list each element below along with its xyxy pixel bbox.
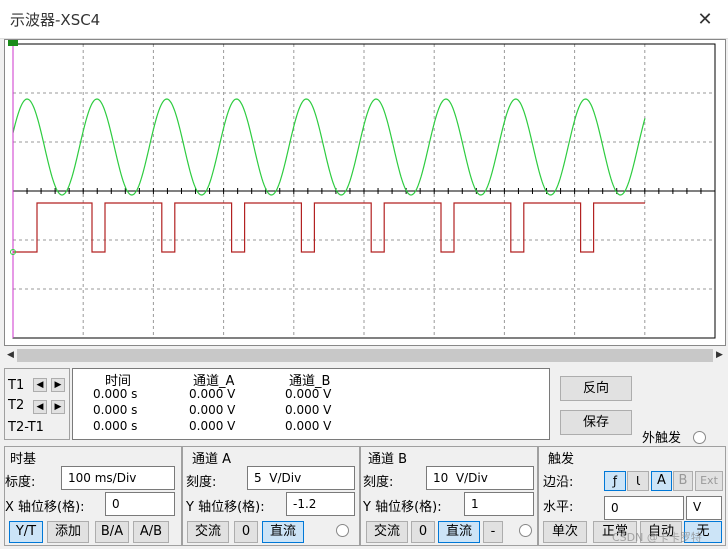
t1-left-button[interactable]: ◀ [33, 378, 47, 392]
readout-table: 时间 通道_A 通道_B 0.000 s 0.000 V 0.000 V 0.0… [72, 368, 550, 440]
row3-time: 0.000 s [93, 419, 138, 433]
row2-channel-a: 0.000 V [189, 403, 236, 417]
trigger-source-a-button[interactable]: A [651, 471, 672, 491]
rising-edge-icon: ƒ [612, 474, 618, 488]
channel-b-scale-field[interactable] [426, 466, 534, 490]
arrow-right-icon: ▶ [54, 402, 62, 412]
watermark: CSDN @卡卡罗特 [612, 531, 702, 544]
falling-edge-icon: Ɩ [635, 474, 641, 488]
mode-ba-button[interactable]: B/A [95, 521, 129, 543]
timebase-scale-label: 标度: [5, 475, 36, 490]
scroll-left-icon[interactable]: ◀ [4, 349, 17, 362]
trigger-source-b-button[interactable]: B [673, 471, 693, 491]
x-position-label: X 轴位移(格): [5, 500, 85, 515]
scope-display [4, 39, 726, 346]
cursor-marker-icon [8, 40, 18, 46]
scope-canvas [8, 40, 716, 339]
channel-a-title: 通道 A [192, 452, 232, 467]
trigger-title: 触发 [548, 452, 575, 467]
channel-b-invert-button[interactable]: - [483, 521, 503, 543]
t2-t1-label: T2-T1 [8, 420, 44, 435]
reverse-button[interactable]: 反向 [560, 376, 632, 401]
timebase-title: 时基 [10, 452, 37, 467]
row3-channel-a: 0.000 V [189, 419, 236, 433]
t1-label: T1 [8, 378, 25, 393]
trigger-level-label: 水平: [543, 500, 574, 515]
title-bar: 示波器-XSC4 ✕ [0, 0, 728, 39]
scroll-right-icon[interactable]: ▶ [713, 349, 726, 362]
channel-a-zero-button[interactable]: 0 [234, 521, 258, 543]
row2-time: 0.000 s [93, 403, 138, 417]
trigger-unit-select[interactable]: V [686, 496, 722, 520]
arrow-left-icon: ◀ [36, 402, 44, 412]
channel-a-trace [12, 98, 646, 196]
t2-right-button[interactable]: ▶ [51, 400, 65, 414]
mode-ab-button[interactable]: A/B [133, 521, 169, 543]
trigger-source-ext-button[interactable]: Ext [695, 471, 723, 491]
x-position-field[interactable] [105, 492, 175, 516]
trigger-edge-label: 边沿: [543, 475, 574, 490]
channel-a-ypos-label: Y 轴位移(格): [186, 500, 265, 515]
mode-yt-button[interactable]: Y/T [9, 521, 43, 543]
channel-a-dc-button[interactable]: 直流 [262, 521, 304, 543]
t2-left-button[interactable]: ◀ [33, 400, 47, 414]
arrow-left-icon: ◀ [36, 380, 44, 390]
channel-a-ypos-field[interactable] [286, 492, 355, 516]
horizontal-scrollbar[interactable]: ◀ ▶ [4, 349, 726, 362]
channel-b-radio[interactable] [519, 524, 532, 537]
channel-a-scale-label: 刻度: [186, 475, 217, 490]
channel-a-scale-field[interactable] [247, 466, 355, 490]
row2-channel-b: 0.000 V [285, 403, 332, 417]
row3-channel-b: 0.000 V [285, 419, 332, 433]
channel-b-dc-button[interactable]: 直流 [438, 521, 480, 543]
channel-a-ac-button[interactable]: 交流 [187, 521, 229, 543]
channel-b-zero-button[interactable]: 0 [411, 521, 435, 543]
close-icon: ✕ [697, 8, 713, 30]
mode-add-button[interactable]: 添加 [47, 521, 89, 543]
close-button[interactable]: ✕ [682, 0, 728, 38]
t2-label: T2 [8, 398, 25, 413]
channel-b-ypos-field[interactable] [464, 492, 534, 516]
falling-edge-button[interactable]: Ɩ [627, 471, 649, 491]
channel-b-scale-label: 刻度: [363, 475, 394, 490]
arrow-right-icon: ▶ [54, 380, 62, 390]
channel-b-ypos-label: Y 轴位移(格): [363, 500, 442, 515]
row1-channel-b: 0.000 V [285, 387, 332, 401]
t1-right-button[interactable]: ▶ [51, 378, 65, 392]
channel-b-title: 通道 B [368, 452, 408, 467]
trigger-level-field[interactable] [604, 496, 684, 520]
rising-edge-button[interactable]: ƒ [604, 471, 626, 491]
save-button[interactable]: 保存 [560, 410, 632, 435]
row1-channel-a: 0.000 V [189, 387, 236, 401]
channel-a-radio[interactable] [336, 524, 349, 537]
channel-b-trace [13, 202, 645, 253]
row1-time: 0.000 s [93, 387, 138, 401]
ext-trigger-label: 外触发 [642, 431, 682, 446]
timebase-scale-field[interactable] [61, 466, 175, 490]
ext-trigger-radio[interactable] [693, 431, 706, 444]
trigger-single-button[interactable]: 单次 [543, 521, 587, 543]
window-title: 示波器-XSC4 [10, 11, 101, 29]
channel-b-ac-button[interactable]: 交流 [366, 521, 408, 543]
